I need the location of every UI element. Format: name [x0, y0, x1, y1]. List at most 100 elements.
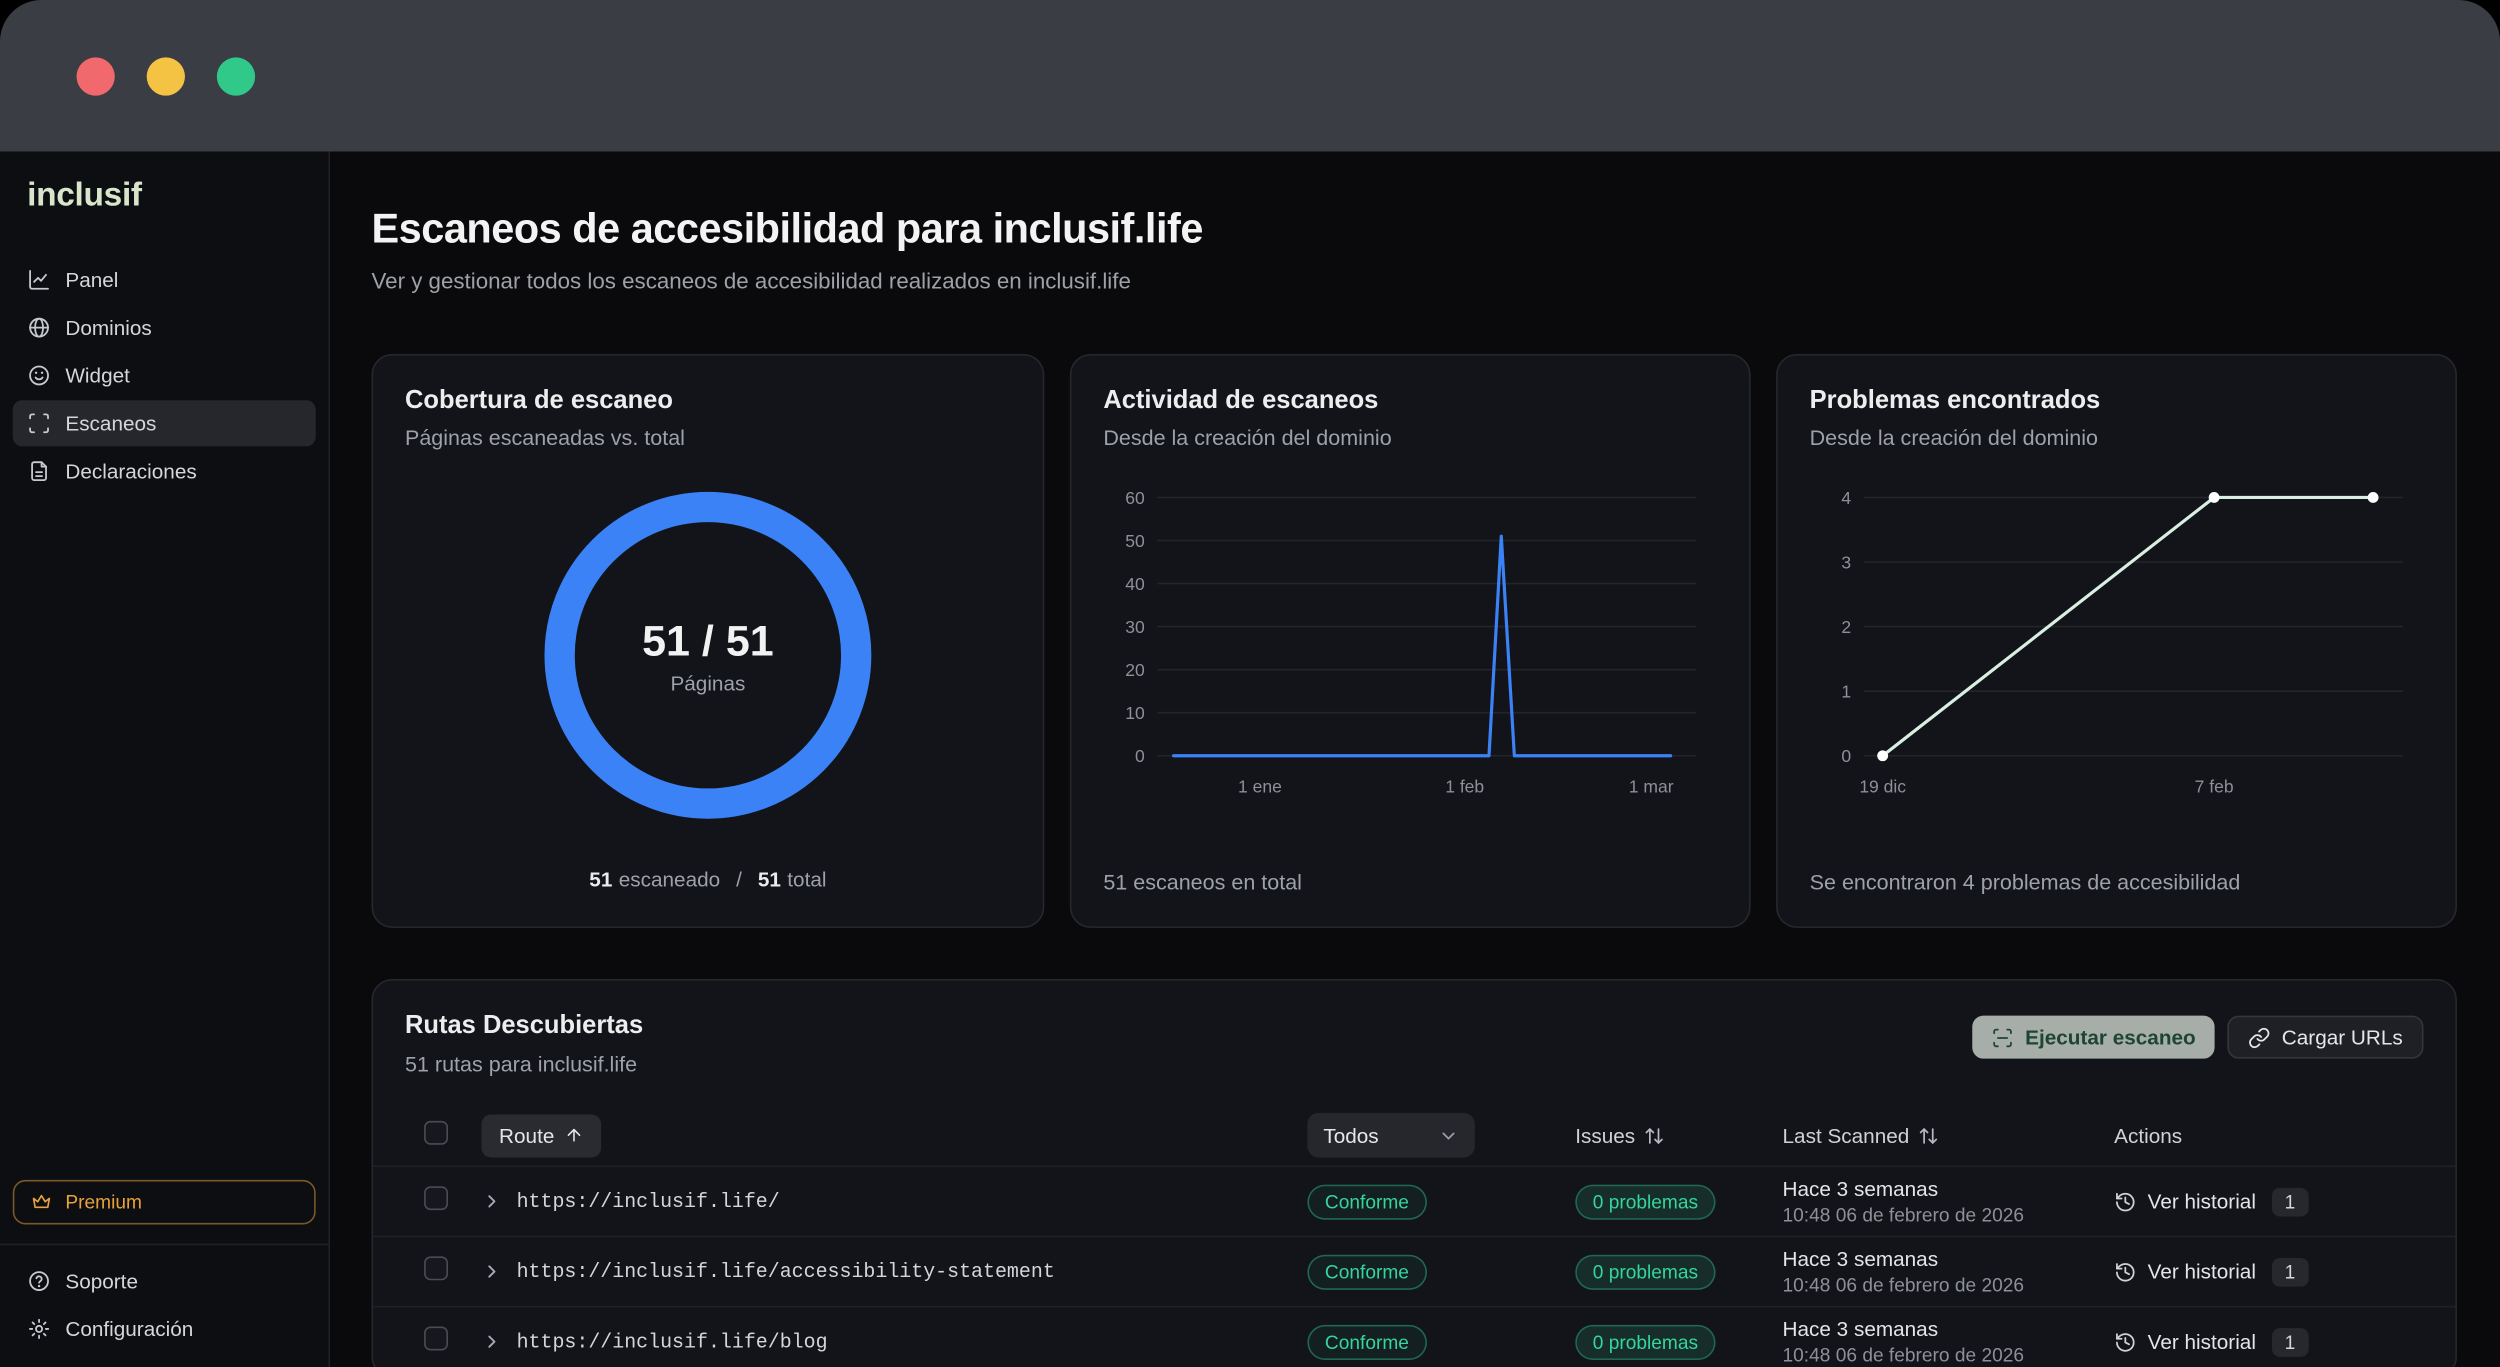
activity-line-chart: 01020304050601 ene1 feb1 mar — [1103, 475, 1717, 870]
load-urls-button[interactable]: Cargar URLs — [2228, 1016, 2424, 1059]
sidebar-item-declaraciones[interactable]: Declaraciones — [13, 448, 316, 494]
scan-icon — [27, 411, 51, 435]
routes-header: Rutas Descubiertas 51 rutas para inclusi… — [373, 981, 2455, 1105]
actions-cell: Ver historial 1 — [2114, 1327, 2455, 1356]
page-subtitle: Ver y gestionar todos los escaneos de ac… — [371, 268, 2500, 294]
svg-text:1 ene: 1 ene — [1238, 776, 1282, 796]
donut-center: 51 / 51 Páginas — [642, 616, 774, 694]
arrow-up-icon — [564, 1126, 583, 1145]
issues-sort-button[interactable]: Issues — [1575, 1123, 1664, 1147]
row-checkbox[interactable] — [424, 1256, 448, 1280]
window-zoom-button[interactable] — [217, 57, 255, 95]
actions-header-label: Actions — [2114, 1123, 2182, 1147]
separator: / — [736, 867, 742, 891]
globe-icon — [27, 316, 51, 340]
gear-icon — [27, 1317, 51, 1341]
chevron-right-icon[interactable] — [482, 1261, 503, 1282]
page-title: Escaneos de accesibilidad para inclusif.… — [371, 204, 2500, 253]
chevron-down-icon — [1438, 1125, 1459, 1146]
scanned-label: escaneado — [619, 867, 720, 891]
status-cell: Conforme — [1307, 1254, 1575, 1289]
sidebar-item-label: Soporte — [65, 1269, 138, 1293]
last-scanned-header-cell: Last Scanned — [1783, 1123, 2115, 1147]
last-scanned-sort-button[interactable]: Last Scanned — [1783, 1123, 1938, 1147]
sidebar-item-panel[interactable]: Panel — [13, 257, 316, 303]
actions-cell: Ver historial 1 — [2114, 1257, 2455, 1286]
route-header-label: Route — [499, 1123, 554, 1147]
chevron-right-icon[interactable] — [482, 1191, 503, 1212]
route-sort-button[interactable]: Route — [482, 1114, 601, 1157]
issues-cell: 0 problemas — [1575, 1324, 1782, 1359]
svg-text:19 dic: 19 dic — [1859, 776, 1906, 796]
view-history-button[interactable]: Ver historial — [2148, 1189, 2256, 1213]
route-cell: https://inclusif.life/blog — [482, 1331, 1308, 1353]
history-icon — [2114, 1190, 2136, 1212]
status-filter-cell: Todos — [1307, 1113, 1575, 1158]
svg-text:0: 0 — [1841, 746, 1851, 766]
scan-line-icon — [1992, 1026, 2014, 1048]
history-icon — [2114, 1331, 2136, 1353]
sidebar-item-configuracion[interactable]: Configuración — [13, 1306, 316, 1352]
coverage-donut-chart: 51 / 51 Páginas — [405, 443, 1011, 867]
status-badge: Conforme — [1307, 1254, 1426, 1289]
issues-summary: Se encontraron 4 problemas de accesibili… — [1810, 871, 2424, 895]
view-history-button[interactable]: Ver historial — [2148, 1330, 2256, 1354]
routes-card: Rutas Descubiertas 51 rutas para inclusi… — [371, 979, 2456, 1367]
sidebar-footer: Soporte Configuración — [0, 1245, 328, 1367]
row-checkbox[interactable] — [424, 1326, 448, 1350]
card-subtitle: Desde la creación del dominio — [1103, 426, 1717, 450]
table-header-row: Route Todos Issues — [373, 1105, 2455, 1166]
run-scan-label: Ejecutar escaneo — [2025, 1025, 2196, 1049]
svg-text:4: 4 — [1841, 488, 1851, 508]
select-all-checkbox[interactable] — [424, 1121, 448, 1145]
main-content: Escaneos de accesibilidad para inclusif.… — [330, 151, 2500, 1367]
actions-header-cell: Actions — [2114, 1123, 2455, 1147]
sidebar-item-soporte[interactable]: Soporte — [13, 1258, 316, 1304]
sidebar-item-escaneos[interactable]: Escaneos — [13, 400, 316, 446]
donut-center-label: Páginas — [642, 670, 774, 694]
window-minimize-button[interactable] — [147, 57, 185, 95]
view-history-button[interactable]: Ver historial — [2148, 1260, 2256, 1284]
scanned-absolute-time: 10:48 06 de febrero de 2026 — [1783, 1274, 2115, 1296]
history-count-badge: 1 — [2272, 1187, 2308, 1216]
svg-text:30: 30 — [1125, 617, 1145, 637]
status-filter-value: Todos — [1323, 1123, 1378, 1147]
sidebar-item-label: Dominios — [65, 316, 151, 340]
issues-badge: 0 problemas — [1575, 1254, 1715, 1289]
route-cell: https://inclusif.life/ — [482, 1190, 1308, 1212]
scanned-relative-time: Hace 3 semanas — [1783, 1317, 2115, 1341]
window-close-button[interactable] — [77, 57, 115, 95]
issues-card: Problemas encontrados Desde la creación … — [1776, 354, 2457, 928]
scanned-relative-time: Hace 3 semanas — [1783, 1177, 2115, 1201]
premium-button[interactable]: Premium — [13, 1180, 316, 1225]
svg-text:1 mar: 1 mar — [1629, 776, 1674, 796]
sidebar-item-dominios[interactable]: Dominios — [13, 305, 316, 351]
table-row: https://inclusif.life/blog Conforme 0 pr… — [373, 1306, 2455, 1367]
svg-text:7 feb: 7 feb — [2195, 776, 2234, 796]
load-urls-label: Cargar URLs — [2282, 1025, 2403, 1049]
smiley-icon — [27, 364, 51, 388]
run-scan-button[interactable]: Ejecutar escaneo — [1973, 1016, 2215, 1059]
activity-card: Actividad de escaneos Desde la creación … — [1070, 354, 1751, 928]
svg-text:1: 1 — [1841, 682, 1851, 702]
total-label: total — [787, 867, 826, 891]
stage: inclusif Panel Dominios Widget — [0, 0, 2500, 1367]
routes-header-text: Rutas Descubiertas 51 rutas para inclusi… — [405, 1012, 643, 1076]
chevron-right-icon[interactable] — [482, 1331, 503, 1352]
sidebar-item-widget[interactable]: Widget — [13, 352, 316, 398]
sidebar-item-label: Declaraciones — [65, 459, 196, 483]
svg-text:2: 2 — [1841, 617, 1851, 637]
row-checkbox-cell — [373, 1185, 481, 1217]
sidebar-item-label: Configuración — [65, 1317, 193, 1341]
stat-cards-row: Cobertura de escaneo Páginas escaneadas … — [371, 354, 2456, 928]
activity-summary: 51 escaneos en total — [1103, 871, 1717, 895]
sidebar-item-label: Panel — [65, 268, 118, 292]
donut-center-value: 51 / 51 — [642, 616, 774, 665]
route-url: https://inclusif.life/ — [517, 1190, 780, 1212]
last-scanned-cell: Hace 3 semanas 10:48 06 de febrero de 20… — [1783, 1317, 2115, 1366]
app-body: inclusif Panel Dominios Widget — [0, 151, 2500, 1367]
status-cell: Conforme — [1307, 1324, 1575, 1359]
status-badge: Conforme — [1307, 1324, 1426, 1359]
row-checkbox[interactable] — [424, 1185, 448, 1209]
status-filter-select[interactable]: Todos — [1307, 1113, 1474, 1158]
